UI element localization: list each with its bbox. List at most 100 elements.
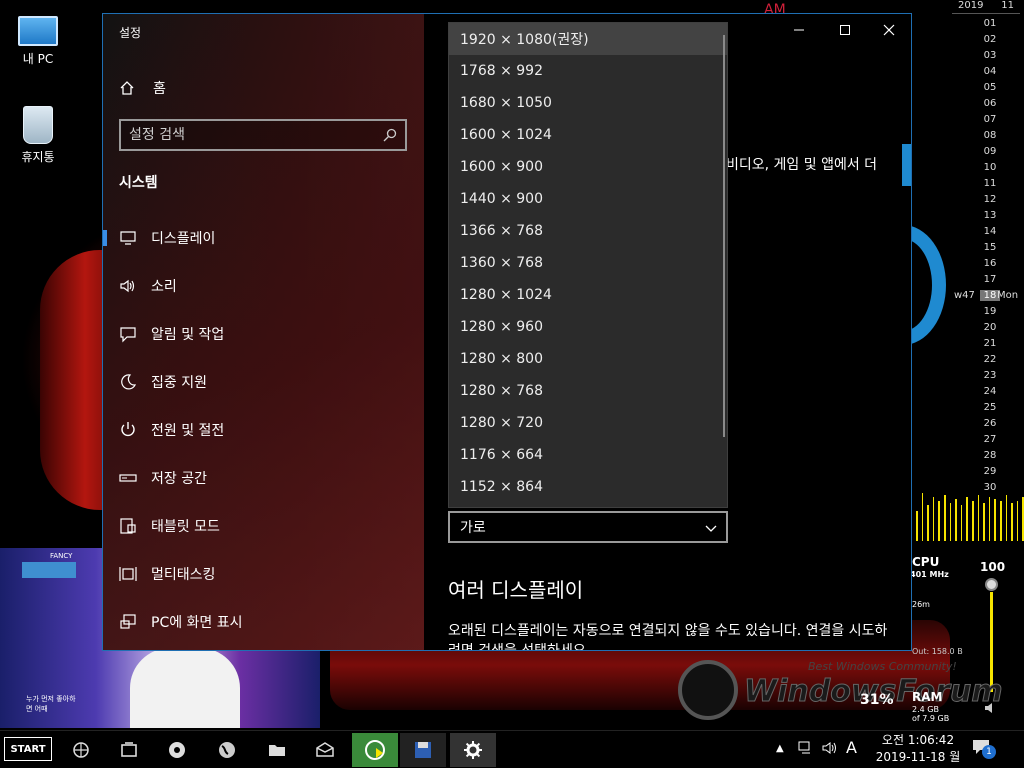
tray-overflow-icon[interactable]: ▲ — [776, 743, 784, 754]
resolution-option[interactable]: 1600 × 1024 — [449, 119, 727, 151]
audio-bar — [994, 499, 996, 541]
taskbar-player-app[interactable] — [352, 733, 398, 767]
taskbar-media-player[interactable] — [154, 733, 200, 767]
tray-network-icon[interactable] — [798, 740, 814, 760]
resolution-option[interactable]: 1280 × 1024 — [449, 279, 727, 311]
resolution-option[interactable]: 1280 × 960 — [449, 311, 727, 343]
window-icon — [121, 742, 137, 757]
tv-caption: 누가 먼저 좋아하면 어때 — [26, 695, 76, 713]
window-title: 설정 — [119, 26, 142, 40]
calendar-day: 25 — [983, 402, 997, 413]
resolution-dropdown-list[interactable]: 1920 × 1080(권장) 1768 × 992 1680 × 1050 1600… — [448, 22, 728, 508]
calendar-gadget: 2019 11 01 02 03 04 05 06 07 08 09 10 11 12 13 14 15 16… — [948, 0, 1024, 500]
taskbar-settings[interactable] — [450, 733, 496, 767]
desktop-icon-recycle-bin[interactable]: 휴지통 — [6, 106, 70, 165]
message-icon — [119, 325, 137, 343]
resolution-option[interactable]: 1280 × 768 — [449, 375, 727, 407]
notification-center-button[interactable]: 1 — [972, 739, 996, 759]
nav-home[interactable]: 홈 — [119, 78, 166, 98]
taskbar-mail[interactable] — [302, 733, 348, 767]
moon-icon — [119, 373, 137, 391]
tablet-icon — [119, 517, 137, 535]
desktop-icon-my-pc[interactable]: 내 PC — [6, 10, 70, 67]
resolution-option[interactable]: 1280 × 800 — [449, 343, 727, 375]
minimize-button[interactable] — [776, 14, 822, 46]
nav-item-power[interactable]: 전원 및 절전 — [103, 410, 424, 450]
nav-item-label: 집중 지원 — [151, 375, 207, 391]
resolution-option[interactable]: 1280 × 720 — [449, 407, 727, 439]
disc-icon — [169, 742, 185, 758]
nav-item-project[interactable]: PC에 화면 표시 — [103, 602, 424, 642]
nav-item-message[interactable]: 알림 및 작업 — [103, 314, 424, 354]
nav-item-label: 디스플레이 — [151, 231, 216, 247]
resolution-option[interactable]: 1176 × 664 — [449, 439, 727, 471]
calendar-day: 23 — [983, 370, 997, 381]
calendar-day: 22 — [983, 354, 997, 365]
taskbar-clock[interactable]: 오전 1:06:42 2019-11-18 월 — [868, 732, 968, 766]
globe-icon — [219, 742, 235, 758]
resolution-options: 1920 × 1080(권장) 1768 × 992 1680 × 1050 1600… — [449, 23, 727, 503]
speaker-icon — [119, 277, 137, 295]
resolution-option[interactable]: 1152 × 864 — [449, 471, 727, 503]
orientation-select[interactable]: 가로 — [448, 511, 728, 543]
project-icon — [119, 613, 137, 631]
resolution-option[interactable]: 1600 × 900 — [449, 151, 727, 183]
tray-volume-icon[interactable] — [822, 740, 838, 760]
settings-window[interactable]: 설정 홈 시스템 디스플레이소리알림 및 작업집중 지원전원 및 절전저장 공간… — [102, 13, 912, 651]
multi-display-heading: 여러 디스플레이 — [448, 578, 584, 602]
audio-bar — [932, 497, 935, 541]
close-button[interactable] — [866, 14, 911, 46]
resolution-option[interactable]: 1360 × 768 — [449, 247, 727, 279]
maximize-button[interactable] — [822, 14, 868, 46]
audio-bar — [1005, 495, 1008, 541]
resolution-option[interactable]: 1440 × 900 — [449, 183, 727, 215]
resolution-option[interactable]: 1680 × 1050 — [449, 87, 727, 119]
resolution-option[interactable]: 1768 × 992 — [449, 55, 727, 87]
calendar-day: 13 — [983, 210, 997, 221]
resolution-option[interactable]: 1366 × 768 — [449, 215, 727, 247]
nav-item-storage[interactable]: 저장 공간 — [103, 458, 424, 498]
settings-search[interactable] — [119, 119, 407, 151]
cpu-percent: 31% — [860, 692, 894, 708]
calendar-day: 24 — [983, 386, 997, 397]
calendar-day: 10 — [983, 162, 997, 173]
power-icon — [119, 421, 137, 439]
multitask-icon — [119, 565, 137, 583]
calendar-day: 19 — [983, 306, 997, 317]
search-input[interactable] — [121, 121, 371, 149]
taskbar-file-explorer[interactable] — [254, 733, 300, 767]
start-button[interactable]: START — [4, 737, 52, 761]
speaker-icon[interactable] — [984, 700, 998, 714]
settings-sidebar: 설정 홈 시스템 디스플레이소리알림 및 작업집중 지원전원 및 절전저장 공간… — [103, 14, 424, 650]
windows-logo-icon — [678, 660, 738, 720]
search-icon[interactable] — [383, 128, 397, 142]
taskbar-save-app[interactable] — [400, 733, 446, 767]
floppy-icon — [415, 742, 431, 758]
dropdown-scrollbar[interactable] — [723, 35, 725, 437]
nav-item-monitor[interactable]: 디스플레이 — [103, 218, 424, 258]
nav-item-tablet[interactable]: 태블릿 모드 — [103, 506, 424, 546]
tray-ime-indicator[interactable]: A — [846, 738, 857, 757]
taskbar-browser[interactable] — [204, 733, 250, 767]
taskbar-task-view[interactable] — [106, 733, 152, 767]
folder-icon — [269, 745, 285, 756]
orientation-value: 가로 — [460, 520, 486, 536]
preview-graphic — [902, 144, 911, 186]
calendar-day: 12 — [983, 194, 997, 205]
resolution-option[interactable]: 1920 × 1080(권장) — [449, 23, 727, 55]
calendar-day: 07 — [983, 114, 997, 125]
nav-item-multitask[interactable]: 멀티태스킹 — [103, 554, 424, 594]
audio-bar — [988, 497, 991, 541]
section-title: 시스템 — [119, 175, 158, 191]
calendar-year: 2019 — [958, 0, 984, 11]
audio-bar — [1016, 501, 1019, 541]
calendar-day: 17 — [983, 274, 997, 285]
nav-item-moon[interactable]: 집중 지원 — [103, 362, 424, 402]
cpu-frequency: 401 MHz — [910, 570, 949, 579]
taskbar-network-app[interactable] — [58, 733, 104, 767]
calendar-day: 29 — [983, 466, 997, 477]
chevron-down-icon — [705, 525, 717, 532]
ram-total: of 7.9 GB — [912, 714, 950, 723]
volume-knob[interactable] — [985, 578, 998, 591]
nav-item-speaker[interactable]: 소리 — [103, 266, 424, 306]
